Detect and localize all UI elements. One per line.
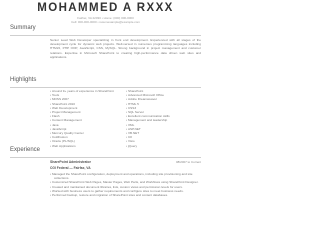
- section-rule-highlights: [10, 87, 201, 88]
- section-title-experience: Experience: [10, 147, 41, 153]
- resume-page: MOHAMMED A RXXX Fairfax, VA 22030 • Home…: [0, 0, 211, 239]
- summary-text: Senior Lead Web Developer specializing i…: [50, 38, 201, 59]
- job-title: SharePoint Administrator: [50, 160, 91, 164]
- highlight-item: Around 9+ years of experience in SharePo…: [50, 89, 124, 93]
- company-location: CGI Federal — Fairfax, VA: [50, 166, 91, 170]
- experience-bullet: Managed the SharePoint configuration, de…: [50, 172, 201, 180]
- highlight-item: jQuery: [126, 144, 200, 148]
- section-rule-summary: [10, 35, 201, 36]
- contact-line-2: Cell: 000-000-0000 • resumesample@exampl…: [71, 19, 140, 24]
- job-dates: 08/2007 to Current: [175, 160, 201, 164]
- highlights-right-column: SharePoint Advanced Microsoft Office Ado…: [126, 89, 200, 148]
- experience-bullets: Managed the SharePoint configuration, de…: [50, 172, 201, 197]
- company-name: CGI Federal: [50, 166, 69, 170]
- section-rule-experience: [10, 157, 201, 158]
- section-title-summary: Summary: [10, 25, 36, 31]
- experience-bullet: Customized SharePoint Web Pages, Master …: [50, 180, 201, 184]
- candidate-name: MOHAMMED A RXXX: [37, 2, 174, 14]
- highlights-left-column: Around 9+ years of experience in SharePo…: [50, 89, 124, 148]
- company-city: Fairfax, VA: [73, 166, 91, 170]
- contact-info: Fairfax, VA 22030 • Home: (000) 000-0000…: [0, 16, 211, 24]
- highlight-item: Web Applications: [50, 144, 124, 148]
- section-title-highlights: Highlights: [10, 77, 37, 83]
- experience-bullet: Performed backup, restore and migration …: [50, 193, 201, 197]
